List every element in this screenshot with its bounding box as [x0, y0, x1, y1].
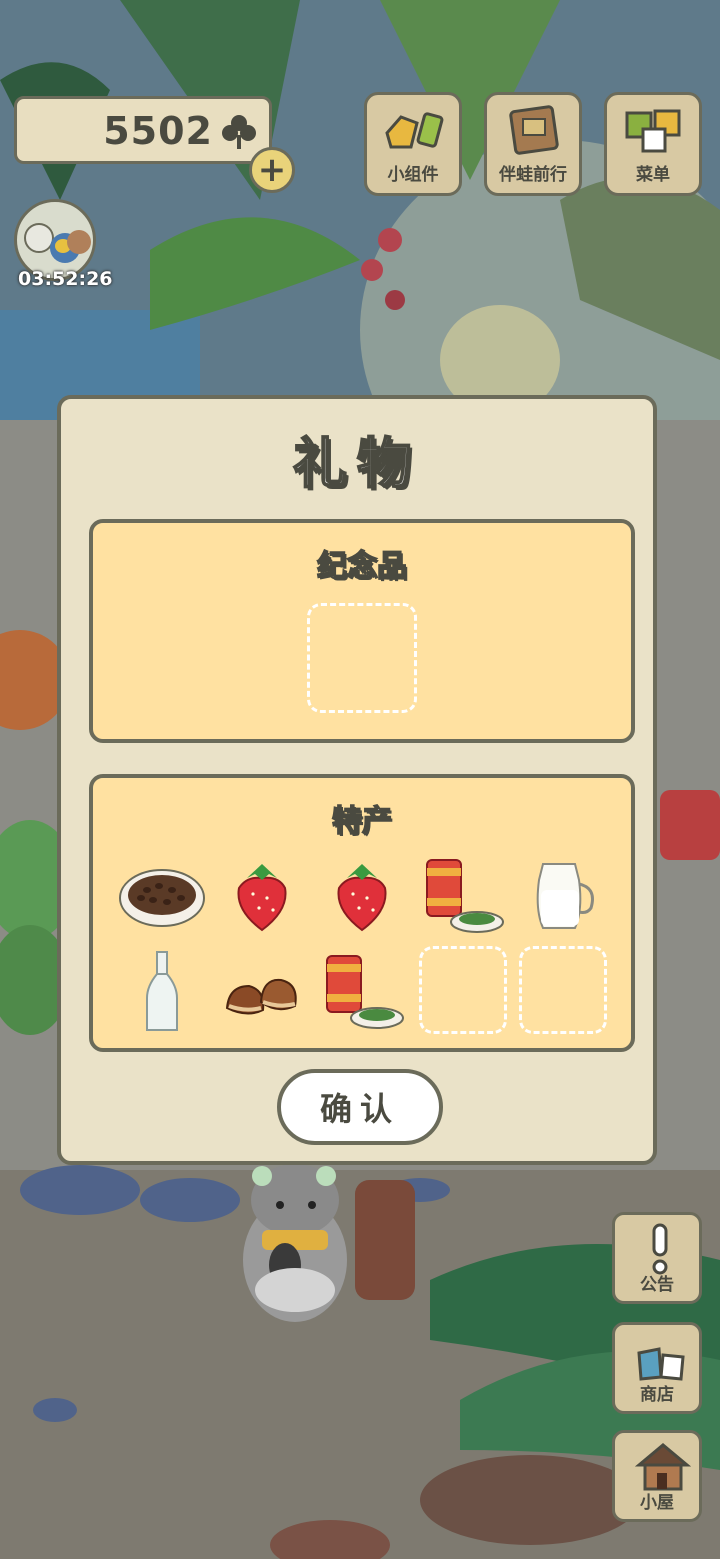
clover-icon — [222, 115, 256, 149]
cabin-button[interactable]: 小屋 — [612, 1430, 702, 1522]
widget-button-label: 小组件 — [387, 165, 439, 185]
clover-counter: 5502 — [14, 96, 272, 164]
travel-with-frog-button[interactable]: 伴蛙前行 — [484, 92, 582, 196]
cabin-label: 小屋 — [640, 1493, 674, 1513]
hamster-character — [243, 1164, 415, 1322]
specialty-empty-slot[interactable] — [419, 946, 507, 1034]
roasted-beans-plate-item[interactable] — [117, 850, 207, 940]
souvenir-panel: 纪念品 — [89, 519, 635, 743]
milk-jug-item[interactable] — [517, 850, 607, 940]
tea-can-item[interactable] — [317, 946, 407, 1036]
glass-bottle-item[interactable] — [117, 946, 207, 1036]
menu-button[interactable]: 菜单 — [604, 92, 702, 196]
specialty-panel: 特产 — [89, 774, 635, 1052]
clover-count: 5502 — [103, 109, 213, 153]
specialty-title: 特产 — [331, 803, 393, 840]
menu-button-label: 菜单 — [636, 165, 670, 185]
announcement-label: 公告 — [640, 1275, 674, 1295]
shop-button[interactable]: 商店 — [612, 1322, 702, 1414]
souvenir-title: 纪念品 — [316, 548, 408, 585]
exclamation-icon — [652, 1223, 668, 1275]
menu-icon — [625, 109, 681, 153]
widget-icon — [385, 112, 444, 149]
announcement-button[interactable]: 公告 — [612, 1212, 702, 1304]
confirm-button[interactable]: 确认 — [277, 1069, 443, 1145]
visitor-timer: 03:52:26 — [18, 268, 113, 290]
souvenir-empty-slot[interactable] — [307, 603, 417, 713]
tea-can-item[interactable] — [417, 850, 507, 940]
travel-with-frog-label: 伴蛙前行 — [499, 165, 567, 185]
gift-dialog: 礼物 纪念品 特产 确认 — [57, 395, 657, 1165]
house-icon — [635, 1443, 691, 1491]
strawberry-item[interactable] — [217, 850, 307, 940]
shop-bags-icon — [637, 1347, 685, 1381]
chestnuts-item[interactable] — [217, 946, 307, 1036]
dialog-title: 礼物 — [292, 431, 421, 496]
strawberry-item[interactable] — [317, 850, 407, 940]
specialty-empty-slot[interactable] — [519, 946, 607, 1034]
shop-label: 商店 — [640, 1385, 674, 1405]
add-clover-button[interactable]: + — [249, 147, 295, 193]
travel-book-icon — [509, 105, 559, 155]
widget-button[interactable]: 小组件 — [364, 92, 462, 196]
